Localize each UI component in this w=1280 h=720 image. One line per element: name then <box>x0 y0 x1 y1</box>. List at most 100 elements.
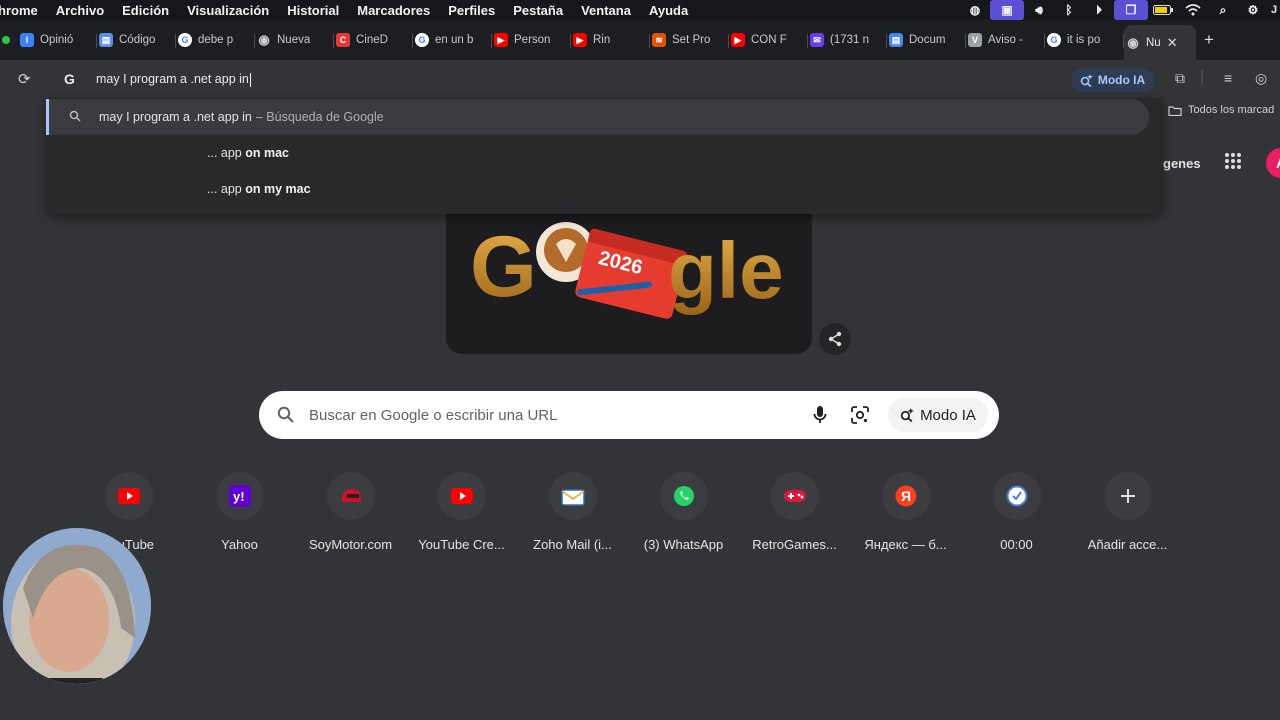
play-icon[interactable]: ⏵ <box>1084 0 1114 20</box>
images-link[interactable]: genes <box>1163 156 1201 171</box>
menu-pestana[interactable]: Pestaña <box>513 3 563 18</box>
clock-icon <box>992 472 1041 520</box>
account-avatar[interactable]: A <box>1266 148 1280 178</box>
spotlight-icon[interactable]: ⌕ <box>1208 0 1238 20</box>
svg-text:y!: y! <box>233 489 245 504</box>
google-icon: G <box>1047 33 1061 47</box>
shortcut-tile[interactable]: y! Yahoo <box>184 472 295 552</box>
tab-14[interactable]: ◉ Nu ✕ <box>1124 25 1196 61</box>
omnibox-suggestions: may I program a .net app in – Búsqueda de… <box>46 98 1163 214</box>
tab-1[interactable]: ▤ Código <box>97 25 176 55</box>
tab-2[interactable]: Gdebe p <box>176 25 255 55</box>
tab-11[interactable]: ▤ Docum <box>887 25 966 55</box>
shortcut-tile[interactable]: (3) WhatsApp <box>628 472 739 552</box>
tab-title: en un b <box>435 34 474 46</box>
tab-5[interactable]: Gen un b <box>413 25 492 55</box>
tab-8[interactable]: ≋ Set Pro <box>650 25 729 55</box>
menu-ayuda[interactable]: Ayuda <box>649 3 688 18</box>
all-bookmarks-label: Todos los marcad <box>1188 104 1275 116</box>
l-icon: l <box>20 33 34 47</box>
shortcut-tile[interactable]: 00:00 <box>961 472 1072 552</box>
google-lens-icon[interactable] <box>850 405 870 425</box>
shortcut-label: RetroGames... <box>752 537 837 552</box>
tab-10[interactable]: ✉ (1731 n <box>808 25 887 55</box>
tab-7[interactable]: ▶ Rin <box>571 25 650 55</box>
shortcut-label: Añadir acce... <box>1087 537 1168 552</box>
profile-icon[interactable]: ◎ <box>1255 70 1267 87</box>
volume-icon[interactable]: 🔊︎ <box>1024 0 1054 20</box>
search-icon <box>69 110 81 125</box>
tab-title: CineD <box>356 34 388 46</box>
tab-0[interactable]: l Opinió <box>18 25 97 55</box>
ai-search-icon <box>900 408 915 422</box>
docs-icon: ▤ <box>889 33 903 47</box>
google-doodle[interactable]: G 2026 gle <box>446 214 812 354</box>
all-bookmarks-button[interactable]: Todos los marcad <box>1168 104 1274 116</box>
shortcut-tile[interactable]: YouTube Cre... <box>406 472 517 552</box>
tab-title: Nueva <box>277 34 311 46</box>
bluetooth-icon[interactable]: ᛒ <box>1054 0 1084 20</box>
menu-app-name[interactable]: hrome <box>0 3 38 18</box>
menu-archivo[interactable]: Archivo <box>56 3 104 18</box>
text-caret <box>249 72 251 87</box>
modo-ia-label: Modo IA <box>920 406 976 424</box>
omnibox-input[interactable]: may I program a .net app in <box>96 72 251 87</box>
wifi-icon[interactable] <box>1178 0 1208 20</box>
youtube-icon: ▶ <box>731 33 745 47</box>
tab-4[interactable]: C CineD <box>334 25 413 55</box>
tab-9[interactable]: ▶ CON F <box>729 25 808 55</box>
omnibox-modo-ia-button[interactable]: Modo IA <box>1071 68 1154 92</box>
tab-title: Person <box>514 34 551 46</box>
extensions-icon[interactable]: ⧉ <box>1175 70 1185 87</box>
helmet-icon <box>326 472 375 520</box>
menu-historial[interactable]: Historial <box>287 3 339 18</box>
tab-12[interactable]: V Aviso - <box>966 25 1045 55</box>
yahoo-icon: y! <box>215 472 264 520</box>
microphone-icon[interactable] <box>812 405 828 425</box>
youtube-icon: ▶ <box>573 33 587 47</box>
tab-6[interactable]: ▶ Person <box>492 25 571 55</box>
shortcut-label: Zoho Mail (i... <box>533 537 612 552</box>
tab-3[interactable]: ◉ Nueva <box>255 25 334 55</box>
close-tab-icon[interactable]: ✕ <box>1167 35 1178 51</box>
svg-text:G: G <box>470 219 537 315</box>
shortcut-tile[interactable]: Añadir acce... <box>1072 472 1183 552</box>
menu-perfiles[interactable]: Perfiles <box>448 3 495 18</box>
menubar-clock-partial[interactable]: J <box>1268 0 1280 20</box>
suggestion-completion: on my mac <box>245 182 311 196</box>
shortcut-tile[interactable]: SoyMotor.com <box>295 472 406 552</box>
mail-icon: ✉ <box>810 33 824 47</box>
share-doodle-button[interactable] <box>819 323 851 355</box>
suggestion-item[interactable]: ... app on my mac <box>46 171 1149 207</box>
shortcut-tile[interactable]: RetroGames... <box>739 472 850 552</box>
tab-13[interactable]: Git is po <box>1045 25 1124 55</box>
webcam-overlay <box>3 528 151 684</box>
presenter-face-image <box>3 528 151 684</box>
search-icon <box>277 406 294 423</box>
menu-ventana[interactable]: Ventana <box>581 3 631 18</box>
chrome-icon: ◉ <box>1127 35 1139 50</box>
screen-share-tray-icon[interactable]: ▣ <box>990 0 1024 20</box>
control-center-icon[interactable]: ⚙︎ <box>1238 0 1268 20</box>
suggestion-completion: on mac <box>245 146 289 160</box>
search-input[interactable] <box>309 391 789 439</box>
suggestion-item[interactable]: may I program a .net app in – Búsqueda de… <box>46 99 1149 135</box>
reload-icon[interactable]: ⟳ <box>18 70 31 88</box>
battery-icon[interactable] <box>1148 0 1178 20</box>
whatsapp-icon <box>659 472 708 520</box>
shortcut-tile[interactable]: Zoho Mail (i... <box>517 472 628 552</box>
google-apps-icon[interactable] <box>1224 152 1242 175</box>
globe-tray-icon[interactable]: ◍ <box>960 0 990 20</box>
window-zoom-button[interactable] <box>2 36 10 44</box>
tab-title: Código <box>119 34 156 46</box>
media-control-icon[interactable]: ≡ <box>1224 70 1232 86</box>
menu-edicion[interactable]: Edición <box>122 3 169 18</box>
menu-marcadores[interactable]: Marcadores <box>357 3 430 18</box>
search-modo-ia-button[interactable]: Modo IA <box>888 398 988 432</box>
windows-tray-icon[interactable]: ❐ <box>1114 0 1148 20</box>
menu-visualizacion[interactable]: Visualización <box>187 3 269 18</box>
shortcut-tile[interactable]: Я Яндекс — б... <box>850 472 961 552</box>
share-icon <box>828 331 842 347</box>
suggestion-item[interactable]: ... app on mac <box>46 135 1149 171</box>
new-tab-button[interactable]: + <box>1204 30 1214 50</box>
